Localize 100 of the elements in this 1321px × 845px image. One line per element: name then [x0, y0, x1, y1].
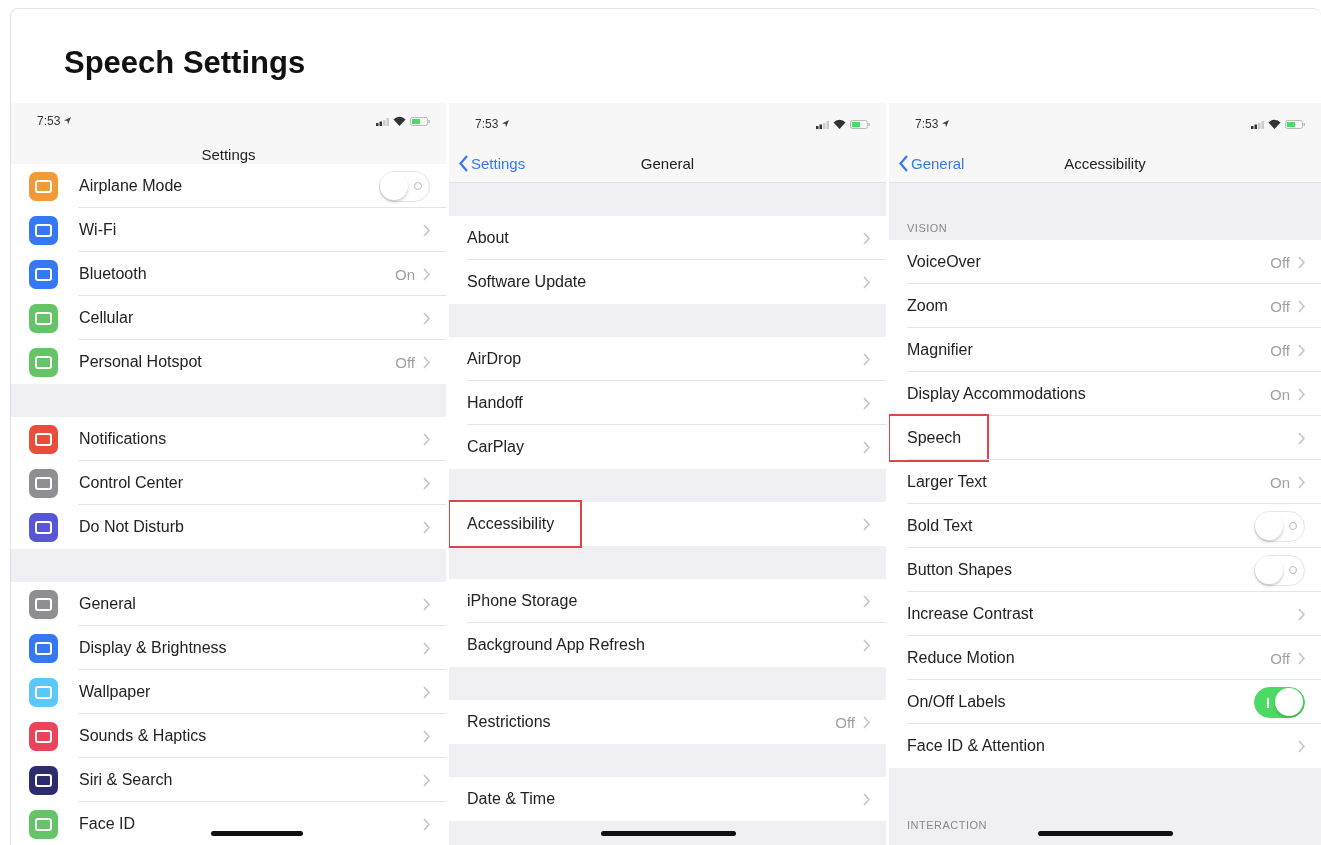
page-title: Speech Settings: [63, 44, 307, 82]
row-label: Reduce Motion: [907, 649, 1016, 667]
row-label: Display & Brightness: [79, 639, 228, 657]
settings-row[interactable]: Larger Text On: [889, 460, 1321, 504]
row-label: Software Update: [467, 273, 588, 291]
back-chevron-icon: [899, 155, 908, 172]
settings-row[interactable]: Restrictions Off: [449, 700, 886, 744]
settings-row[interactable]: Background App Refresh: [449, 623, 886, 667]
settings-row[interactable]: Handoff: [449, 381, 886, 425]
settings-row[interactable]: Wi-Fi: [11, 208, 446, 252]
row-value: Off: [1270, 649, 1290, 667]
settings-row[interactable]: Face ID & Attention: [889, 724, 1321, 768]
chevron-icon: [863, 440, 870, 454]
row-label: Speech: [907, 429, 962, 446]
nav-title: General: [640, 155, 695, 172]
row-label: Background App Refresh: [467, 636, 646, 654]
row-label: Date & Time: [467, 790, 557, 808]
settings-row[interactable]: Sounds & Haptics: [11, 714, 446, 758]
row-label: Control Center: [79, 474, 185, 492]
chevron-icon: [423, 641, 430, 655]
settings-row[interactable]: Personal Hotspot Off: [11, 340, 446, 384]
toggle-switch[interactable]: [1254, 686, 1305, 718]
row-label: Display Accommodations: [907, 385, 1087, 403]
chevron-icon: [1298, 299, 1305, 313]
chevron-icon: [863, 396, 870, 410]
chevron-icon: [863, 715, 870, 729]
wifi-icon: [833, 119, 846, 129]
settings-row[interactable]: Accessibility: [449, 502, 886, 546]
chevron-icon: [863, 792, 870, 806]
row-label: VoiceOver: [907, 253, 982, 271]
settings-row[interactable]: CarPlay: [449, 425, 886, 469]
signal-icon: [816, 119, 829, 129]
settings-row[interactable]: About: [449, 216, 886, 260]
battery-icon: [410, 116, 430, 126]
row-label: On/Off Labels: [907, 693, 1007, 711]
settings-row[interactable]: Reduce Motion Off: [889, 636, 1321, 680]
chevron-icon: [863, 275, 870, 289]
section-header: VISION: [907, 222, 948, 234]
chevron-icon: [423, 773, 430, 787]
settings-row[interactable]: Bold Text: [889, 504, 1321, 548]
row-label: Face ID & Attention: [907, 737, 1046, 755]
chevron-icon: [423, 685, 430, 699]
row-label: Bold Text: [907, 517, 974, 535]
chevron-icon: [423, 729, 430, 743]
chevron-icon: [1298, 255, 1305, 269]
settings-row[interactable]: Button Shapes: [889, 548, 1321, 592]
settings-row[interactable]: Date & Time: [449, 777, 886, 821]
chevron-icon: [423, 817, 430, 831]
row-label: iPhone Storage: [467, 592, 579, 610]
location-arrow-icon: [502, 120, 510, 128]
chevron-icon: [863, 231, 870, 245]
row-label: Button Shapes: [907, 561, 1013, 579]
row-label: Restrictions: [467, 713, 552, 731]
settings-row[interactable]: VoiceOver Off: [889, 240, 1321, 284]
chevron-icon: [1298, 651, 1305, 665]
back-button[interactable]: Settings: [459, 145, 526, 182]
settings-row[interactable]: Do Not Disturb: [11, 505, 446, 549]
settings-row[interactable]: On/Off Labels: [889, 680, 1321, 724]
signal-icon: [1251, 119, 1264, 129]
chevron-icon: [423, 597, 430, 611]
settings-row[interactable]: Display & Brightness: [11, 626, 446, 670]
back-button[interactable]: General: [899, 145, 965, 182]
chevron-icon: [1298, 431, 1305, 445]
row-value: Off: [1270, 341, 1290, 359]
settings-row[interactable]: Airplane Mode: [11, 164, 446, 208]
settings-row[interactable]: Zoom Off: [889, 284, 1321, 328]
row-label: Airplane Mode: [79, 177, 184, 195]
settings-row[interactable]: Control Center: [11, 461, 446, 505]
settings-row[interactable]: Speech: [889, 416, 1321, 460]
row-value: On: [1270, 385, 1290, 403]
settings-row[interactable]: General: [11, 582, 446, 626]
chevron-icon: [423, 355, 430, 369]
nav-title: Settings: [201, 146, 256, 163]
row-label: Wallpaper: [79, 683, 152, 701]
settings-row[interactable]: iPhone Storage: [449, 579, 886, 623]
settings-row[interactable]: Cellular: [11, 296, 446, 340]
settings-row[interactable]: Notifications: [11, 417, 446, 461]
settings-row[interactable]: Wallpaper: [11, 670, 446, 714]
row-label: About: [467, 229, 510, 247]
settings-row[interactable]: AirDrop: [449, 337, 886, 381]
section-header: INTERACTION: [907, 819, 988, 831]
settings-row[interactable]: Display Accommodations On: [889, 372, 1321, 416]
row-value: On: [1270, 473, 1290, 491]
row-value: Off: [395, 353, 415, 371]
status-time: 7:53: [915, 117, 939, 131]
chevron-icon: [423, 267, 430, 281]
row-label: Siri & Search: [79, 771, 174, 789]
location-arrow-icon: [64, 117, 72, 126]
location-arrow-icon: [942, 120, 950, 128]
chevron-icon: [1298, 739, 1305, 753]
status-time: 7:53: [475, 117, 499, 131]
settings-row[interactable]: Bluetooth On: [11, 252, 446, 296]
settings-row[interactable]: Increase Contrast: [889, 592, 1321, 636]
settings-row[interactable]: Siri & Search: [11, 758, 446, 802]
settings-row[interactable]: Software Update: [449, 260, 886, 304]
row-value: On: [395, 265, 415, 283]
chevron-icon: [423, 432, 430, 446]
chevron-icon: [863, 352, 870, 366]
wifi-icon: [393, 116, 406, 127]
settings-row[interactable]: Magnifier Off: [889, 328, 1321, 372]
